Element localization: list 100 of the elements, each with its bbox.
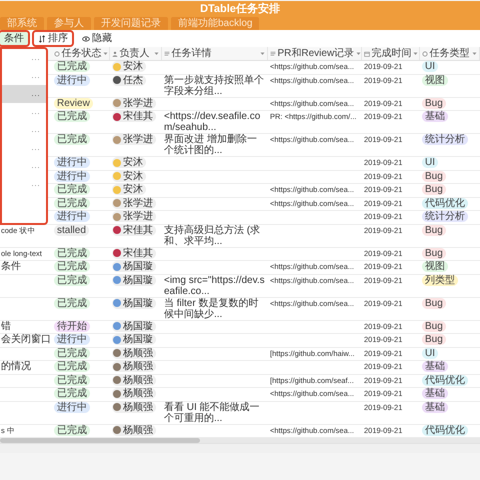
more-options-button[interactable]: ··· [2, 175, 46, 193]
toolbar-button[interactable]: 排序 [34, 32, 72, 45]
type-tag: 视图 [422, 74, 448, 86]
person-chip: 杨国璇 [112, 274, 156, 286]
person-chip: 杨顺强 [112, 348, 156, 358]
person-chip: 安沐 [112, 170, 146, 182]
person-chip: 张学进 [112, 198, 156, 208]
person-chip: 安沐 [112, 61, 146, 72]
type-tag: 基础 [422, 388, 448, 399]
type-tag: Bug [422, 98, 446, 108]
person-chip: 杨国璇 [112, 320, 156, 332]
column-header[interactable]: 任务详情 [162, 47, 268, 60]
cell-text: 条件 [1, 261, 21, 272]
status-tag: 进行中 [54, 170, 90, 182]
type-tag: 代码优化 [422, 198, 468, 208]
type-tag: 代码优化 [422, 424, 468, 436]
column-header[interactable]: 负责人 [110, 47, 162, 60]
column-header[interactable]: 完成时间 [362, 47, 420, 60]
scrollbar-thumb[interactable] [0, 438, 200, 443]
person-chip: 杨顺强 [112, 424, 156, 436]
toolbar-button[interactable]: 条件 [0, 32, 28, 45]
status-tag: 已完成 [54, 298, 90, 308]
status-tag: 进行中 [54, 74, 90, 86]
status-tag: 待开始 [54, 320, 90, 332]
caret-icon [413, 51, 418, 56]
tab[interactable]: 开发问题记录 [94, 17, 168, 30]
cell-text: 的情况 [1, 361, 31, 372]
status-tag: 进行中 [54, 334, 90, 345]
sort-icon [38, 34, 46, 42]
person-chip: 杨国璇 [112, 298, 156, 308]
more-options-button[interactable]: ··· [2, 139, 46, 157]
caret-icon [103, 51, 108, 56]
text-lines-icon [164, 50, 170, 56]
caret-icon [472, 51, 477, 56]
horizontal-scrollbar[interactable] [0, 438, 480, 443]
more-options-button[interactable]: ··· [2, 49, 46, 67]
column-header[interactable]: 任务类型 [420, 47, 480, 60]
status-tag: 进行中 [54, 211, 90, 222]
column-header[interactable]: 任务状态 [52, 47, 110, 60]
eye-icon [82, 34, 90, 42]
status-tag: Review [54, 98, 93, 108]
person-chip: 安沐 [112, 157, 146, 168]
cell-text: <https://dev.seafile.com/seahub... [164, 111, 260, 133]
more-options-button[interactable]: ··· [2, 85, 46, 103]
single-select-icon [422, 50, 428, 56]
more-options-button[interactable]: ··· [2, 67, 46, 85]
status-tag: 已完成 [54, 374, 90, 386]
person-chip: 宋佳其 [112, 111, 156, 122]
status-tag: 进行中 [54, 402, 90, 412]
cell-text: <img src="https://dev.seafile.co... [164, 274, 265, 296]
cell-text: 支持高级归总方法 (求和、求平均... [164, 224, 260, 246]
tab[interactable]: 参与人 [47, 17, 91, 30]
cell-text: 会关闭窗口 [1, 334, 51, 345]
person-chip: 张学进 [112, 211, 156, 222]
type-tag: Bug [422, 184, 446, 195]
person-chip: 杨顺强 [112, 361, 156, 372]
status-tag: 已完成 [54, 261, 90, 272]
tab[interactable]: 前端功能backlog [171, 17, 260, 30]
type-tag: 代码优化 [422, 374, 468, 386]
person-chip: 张学进 [112, 98, 156, 108]
toolbar-button[interactable]: 隐藏 [78, 32, 116, 45]
person-chip: 宋佳其 [112, 248, 156, 258]
status-tag: 已完成 [54, 424, 90, 436]
type-tag: Bug [422, 334, 446, 345]
person-icon [112, 50, 118, 56]
type-tag: Bug [422, 224, 446, 236]
person-chip: 宋佳其 [112, 224, 156, 236]
person-chip: 杨国璇 [112, 334, 156, 345]
status-tag: 已完成 [54, 111, 90, 122]
type-tag: Bug [422, 320, 446, 332]
status-tag: 已完成 [54, 198, 90, 208]
tab[interactable]: 部系统 [0, 17, 44, 30]
cell-text: 界面改进 增加删除一个统计图的... [164, 134, 257, 156]
type-tag: 视图 [422, 261, 448, 272]
type-tag: UI [422, 348, 438, 358]
person-chip: 杨顺强 [112, 374, 156, 386]
text-lines-icon [270, 50, 276, 56]
type-tag: UI [422, 61, 438, 72]
cell-text: 第一步就支持按照单个字段来分组... [164, 74, 264, 96]
type-tag: 统计分析 [422, 211, 468, 222]
status-tag: 已完成 [54, 248, 90, 258]
type-tag: Bug [422, 248, 446, 258]
person-chip: 杨顺强 [112, 402, 156, 412]
status-tag: 已完成 [54, 274, 90, 286]
column-header[interactable]: PR和Review记录 [268, 47, 362, 60]
type-tag: Bug [422, 298, 446, 308]
more-options-button[interactable]: ··· [2, 103, 46, 121]
cell-text: 当 filter 数是复数的时候中间缺少... [164, 298, 258, 320]
status-tag: 已完成 [54, 361, 90, 372]
more-options-button[interactable]: ··· [2, 121, 46, 139]
type-tag: Bug [422, 170, 446, 182]
calendar-icon [364, 50, 370, 56]
type-tag: UI [422, 157, 438, 168]
type-tag: 统计分析 [422, 134, 468, 145]
cell-text: 看看 UI 能不能做成一个可重用的... [164, 402, 260, 424]
type-tag: 基础 [422, 402, 448, 412]
type-tag: 基础 [422, 361, 448, 372]
type-tag: 列类型 [422, 274, 458, 286]
more-options-button[interactable]: ··· [2, 157, 46, 175]
status-tag: 已完成 [54, 348, 90, 358]
